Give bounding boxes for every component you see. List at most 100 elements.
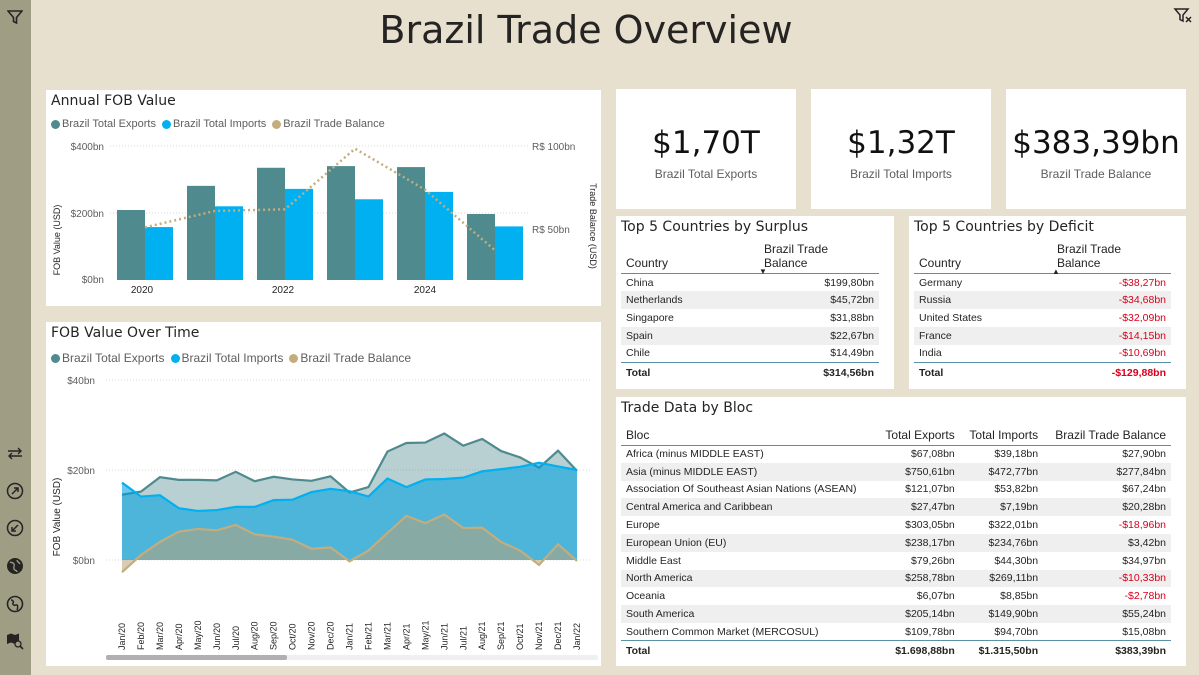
bloc-name-cell: Central America and Caribbean [621,498,876,517]
sidebar [0,0,31,675]
table-row[interactable]: Southern Common Market (MERCOSUL) $109,78… [621,623,1171,641]
bar-imports [145,227,173,280]
table-row[interactable]: Chile $14,49bn [621,345,879,363]
table-row[interactable]: South America $205,14bn $149,90bn $55,24bn [621,605,1171,623]
value-cell: -$14,15bn [1052,326,1171,345]
table-row[interactable]: Oceania $6,07bn $8,85bn -$2,78bn [621,587,1171,605]
country-cell: Netherlands [621,291,759,310]
exports-cell: $205,14bn [875,605,960,623]
deficit-table-panel: Top 5 Countries by Deficit Country Brazi… [909,216,1186,389]
value-cell: $22,67bn [759,326,879,345]
imports-cell: $44,30bn [994,554,1039,567]
drill-down-icon[interactable] [4,517,26,539]
page-title: Brazil Trade Overview [379,8,793,52]
table-row[interactable]: Europe $303,05bn $322,01bn -$18,96bn [621,516,1171,534]
x-tick-label: May/20 [193,620,203,650]
country-cell: Germany [919,276,963,289]
x-tick-label: Feb/21 [363,622,373,650]
globe-alt-icon[interactable] [4,593,26,615]
x-tick-label: Sep/21 [496,621,506,650]
surplus-table-panel: Top 5 Countries by Surplus Country Brazi… [616,216,894,389]
table-row[interactable]: Central America and Caribbean $27,47bn $7,… [621,498,1171,517]
table-row[interactable]: India -$10,69bn [914,345,1171,363]
bar-exports [467,214,495,280]
country-cell: India [919,347,942,360]
balance-cell: $27,90bn [1122,448,1166,461]
kpi-value: $383,39bn [1012,125,1180,161]
expand-collapse-icon[interactable] [4,442,26,464]
x-tick-label: Apr/21 [401,623,411,650]
imports-cell: $472,77bn [959,462,1044,481]
total-label: Total [621,640,876,661]
column-header-country[interactable]: Country [621,240,759,274]
total-row: Total -$129,88bn [914,361,1171,383]
column-header-imports[interactable]: Total Imports [959,421,1044,446]
bloc-name-cell: European Union (EU) [621,533,876,552]
exports-cell: $121,07bn [905,483,955,496]
column-header-balance[interactable]: Brazil Trade Balance ▲ [1052,240,1171,276]
deficit-table: Country Brazil Trade Balance ▲ Germany -$3… [914,240,1171,383]
total-row: Total $1.698,88bn $1.315,50bn $383,39bn [621,640,1171,661]
x-tick-label: Jan/22 [572,623,582,650]
bloc-name-cell: Oceania [626,590,666,603]
table-row[interactable]: United States -$32,09bn [914,309,1171,327]
overtime-y-label: FOB Value (USD) [52,478,63,557]
map-search-icon[interactable] [4,630,26,652]
balance-cell: $20,28bn [1043,498,1171,517]
overtime-chart: FOB Value (USD) $40bn $20bn $0bn Jan/20 F… [52,376,598,660]
kpi-label: Brazil Total Imports [850,167,952,181]
table-row[interactable]: Singapore $31,88bn [621,309,879,327]
table-row[interactable]: France -$14,15bn [914,326,1171,345]
x-tick-label: Oct/20 [288,623,298,650]
exports-cell: $750,61bn [875,462,960,481]
column-header-balance[interactable]: Brazil Trade Balance ▼ [759,240,879,276]
country-cell: Chile [626,347,650,360]
table-row[interactable]: China $199,80bn [621,274,879,292]
drill-up-icon[interactable] [4,480,26,502]
x-tick-label: Oct/21 [515,623,525,650]
annual-y2-tick: R$ 50bn [532,225,570,236]
table-row[interactable]: Netherlands $45,72bn [621,291,879,310]
table-row[interactable]: European Union (EU) $238,17bn $234,76bn $3,… [621,533,1171,552]
table-row[interactable]: North America $258,78bn $269,11bn -$10,33bn [621,569,1171,588]
bloc-name-cell: Europe [626,519,660,532]
globe-icon[interactable] [4,555,26,577]
balance-cell: -$2,78bn [1124,590,1166,603]
table-row[interactable]: Middle East $79,26bn $44,30bn $34,97bn [621,552,1171,570]
table-row[interactable]: Germany -$38,27bn [914,274,1171,292]
column-header-country[interactable]: Country [914,240,1052,274]
imports-cell: $7,19bn [959,498,1044,517]
x-tick-label: Feb/20 [136,622,146,650]
x-tick-label: Sep/20 [269,621,279,650]
overtime-y-tick: $0bn [73,556,95,567]
bar-imports [495,226,523,280]
horizontal-scrollbar-thumb[interactable] [106,655,287,660]
x-tick-label: Nov/20 [307,621,317,650]
column-header-balance[interactable]: Brazil Trade Balance [1043,421,1171,446]
bloc-table-panel: Trade Data by Bloc Bloc Total Exports To… [616,397,1186,666]
value-cell: -$10,69bn [1118,347,1166,360]
column-header-exports[interactable]: Total Exports [875,421,960,446]
imports-cell: $322,01bn [988,519,1039,532]
total-value: $383,39bn [1043,640,1171,661]
bar-exports [327,166,355,280]
filter-icon[interactable] [4,6,26,28]
clear-filter-icon[interactable] [1173,6,1193,26]
annual-y-tick: $200bn [71,209,104,220]
surplus-table: Country Brazil Trade Balance ▼ China $199,… [621,240,879,383]
sort-descending-icon: ▼ [759,267,767,276]
bloc-name-cell: North America [621,569,876,588]
imports-cell: $94,70bn [994,625,1039,638]
annual-x-tick: 2020 [131,285,154,296]
bloc-name-cell: Middle East [626,554,681,567]
table-row[interactable]: Russia -$34,68bn [914,291,1171,310]
kpi-value: $1,70T [652,125,760,161]
bloc-name-cell: Association Of Southeast Asian Nations (… [626,483,857,496]
table-row[interactable]: Association Of Southeast Asian Nations (… [621,481,1171,499]
country-cell: Singapore [626,311,674,324]
table-row[interactable]: Africa (minus MIDDLE EAST) $67,08bn $39,18… [621,445,1171,463]
table-row[interactable]: Asia (minus MIDDLE EAST) $750,61bn $472,77… [621,462,1171,481]
kpi-card-imports: $1,32T Brazil Total Imports [811,89,991,209]
column-header-bloc[interactable]: Bloc [621,421,876,446]
table-row[interactable]: Spain $22,67bn [621,326,879,345]
